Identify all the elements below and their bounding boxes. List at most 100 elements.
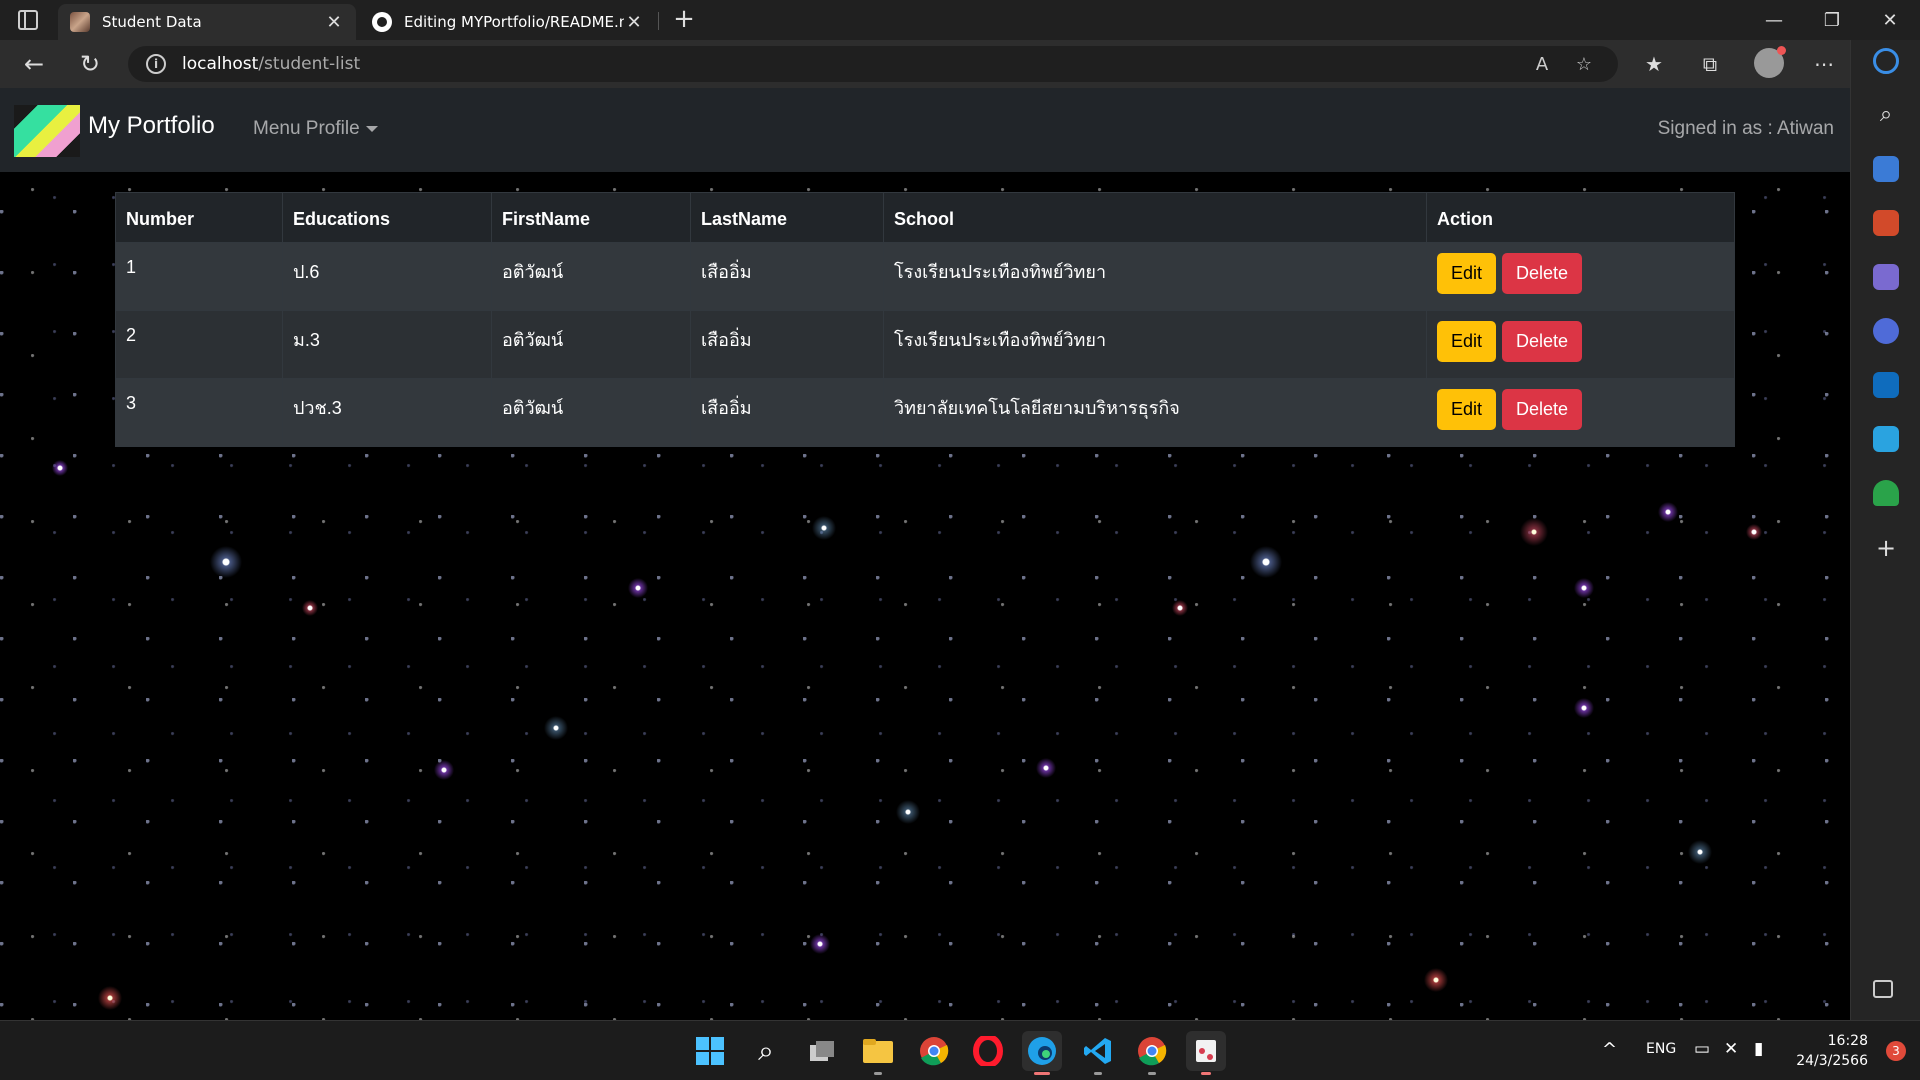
chrome-icon[interactable] (914, 1031, 954, 1071)
read-aloud-icon[interactable]: A (1528, 50, 1556, 78)
minimize-icon[interactable]: — (1746, 0, 1802, 40)
edit-button[interactable]: Edit (1437, 253, 1497, 294)
cell-action: Edit Delete (1426, 378, 1735, 447)
cell-firstname: อติวัฒน์ (491, 242, 691, 311)
cell-firstname: อติวัฒน์ (491, 310, 691, 379)
tab-title: Editing MYPortfolio/README.md (404, 13, 624, 31)
back-icon[interactable]: ← (18, 48, 50, 80)
language-indicator[interactable]: ENG (1646, 1041, 1676, 1057)
refresh-icon[interactable]: ↻ (74, 48, 106, 80)
shopping-icon[interactable] (1873, 156, 1899, 182)
volume-muted-icon[interactable]: ✕ (1724, 1039, 1738, 1059)
caret-down-icon (365, 125, 378, 132)
browser-toolbar: ← ↻ i localhost/student-list A ☆ ★ ⧉ ⋯ (0, 40, 1920, 88)
student-table: Number Educations FirstName LastName Sch… (115, 192, 1735, 447)
edge-icon[interactable] (1022, 1031, 1062, 1075)
menu-profile-label: Menu Profile (253, 118, 360, 139)
close-tab-icon[interactable]: ✕ (324, 12, 344, 33)
edit-button[interactable]: Edit (1437, 321, 1497, 362)
cell-number: 1 (115, 242, 283, 311)
outlook-icon[interactable] (1873, 372, 1899, 398)
microsoft-365-icon[interactable] (1873, 318, 1899, 344)
start-icon[interactable] (690, 1031, 730, 1071)
delete-button[interactable]: Delete (1502, 253, 1583, 294)
cell-number: 2 (115, 310, 283, 379)
restore-icon[interactable]: ❐ (1804, 0, 1860, 40)
page-viewport: My Portfolio Menu Profile Signed in as :… (0, 88, 1850, 1020)
edge-sidebar: ⌕ + (1850, 40, 1920, 1020)
chrome-icon[interactable] (1132, 1031, 1172, 1075)
taskbar-clock[interactable]: 16:28 24/3/2566 (1796, 1031, 1868, 1071)
cell-education: ม.3 (282, 310, 492, 379)
brand-logo[interactable] (14, 105, 80, 157)
bing-icon[interactable] (1873, 48, 1899, 74)
network-icon[interactable]: ▭ (1694, 1039, 1710, 1059)
cell-education: ป.6 (282, 242, 492, 311)
add-favorite-icon[interactable]: ☆ (1570, 50, 1598, 78)
tab-favicon (70, 12, 90, 32)
table-row: 3 ปวช.3 อติวัฒน์ เสืออิ่ม วิทยาลัยเทคโนโ… (115, 378, 1735, 447)
new-tab-icon[interactable]: + (668, 4, 700, 34)
edit-button[interactable]: Edit (1437, 389, 1497, 430)
tree-icon[interactable] (1873, 480, 1899, 506)
site-info-icon[interactable]: i (146, 54, 166, 74)
vscode-icon[interactable] (1078, 1031, 1118, 1075)
table-row: 1 ป.6 อติวัฒน์ เสืออิ่ม โรงเรียนประเทือง… (115, 242, 1735, 311)
tab-student-data[interactable]: Student Data ✕ (58, 4, 356, 40)
running-indicator (1034, 1072, 1050, 1075)
more-icon[interactable]: ⋯ (1808, 48, 1840, 80)
running-indicator (874, 1072, 882, 1075)
menu-profile-dropdown[interactable]: Menu Profile (253, 118, 378, 140)
column-header: Number (115, 192, 283, 243)
profile-avatar[interactable] (1754, 46, 1786, 78)
cell-education: ปวช.3 (282, 378, 492, 447)
running-indicator (1094, 1072, 1102, 1075)
address-bar[interactable]: i localhost/student-list A ☆ (128, 46, 1618, 82)
windows-taskbar: ⌕ ^ ENG ▭ ✕ ▮ 16:28 24/3/2566 3 (0, 1020, 1920, 1080)
tab-github-readme[interactable]: Editing MYPortfolio/README.md ✕ (360, 4, 656, 40)
column-header: Educations (282, 192, 492, 243)
cell-lastname: เสืออิ่ม (690, 242, 884, 311)
telegram-icon[interactable] (1873, 426, 1899, 452)
cell-school: โรงเรียนประเทืองทิพย์วิทยา (883, 310, 1427, 379)
cell-action: Edit Delete (1426, 242, 1735, 311)
brand-name[interactable]: My Portfolio (88, 112, 215, 140)
table-header-row: Number Educations FirstName LastName Sch… (115, 192, 1735, 243)
column-header: Action (1426, 192, 1735, 243)
task-view-icon[interactable] (802, 1031, 842, 1071)
games-icon[interactable] (1873, 264, 1899, 290)
search-icon[interactable]: ⌕ (746, 1031, 786, 1071)
cell-school: วิทยาลัยเทคโนโลยีสยามบริหารธุรกิจ (883, 378, 1427, 447)
tab-actions-icon[interactable] (18, 10, 38, 30)
cell-lastname: เสืออิ่ม (690, 310, 884, 379)
opera-icon[interactable] (968, 1031, 1008, 1071)
column-header: FirstName (491, 192, 691, 243)
collections-icon[interactable]: ⧉ (1694, 48, 1726, 80)
clock-date: 24/3/2566 (1796, 1053, 1868, 1069)
tools-icon[interactable] (1873, 210, 1899, 236)
close-tab-icon[interactable]: ✕ (624, 12, 644, 33)
hide-sidebar-icon[interactable] (1873, 980, 1893, 998)
table-row: 2 ม.3 อติวัฒน์ เสืออิ่ม โรงเรียนประเทือง… (115, 310, 1735, 379)
clock-time: 16:28 (1827, 1033, 1868, 1049)
cell-school: โรงเรียนประเทืองทิพย์วิทยา (883, 242, 1427, 311)
cell-firstname: อติวัฒน์ (491, 378, 691, 447)
signed-in-text: Signed in as : Atiwan (1657, 118, 1834, 139)
snipping-tool-icon[interactable] (1186, 1031, 1226, 1075)
cell-action: Edit Delete (1426, 310, 1735, 379)
notification-badge[interactable]: 3 (1886, 1041, 1906, 1061)
search-icon[interactable]: ⌕ (1873, 102, 1899, 128)
delete-button[interactable]: Delete (1502, 321, 1583, 362)
close-window-icon[interactable]: ✕ (1862, 0, 1918, 40)
cell-lastname: เสืออิ่ม (690, 378, 884, 447)
tab-divider (658, 12, 659, 30)
delete-button[interactable]: Delete (1502, 389, 1583, 430)
favorites-icon[interactable]: ★ (1638, 48, 1670, 80)
file-explorer-icon[interactable] (858, 1031, 898, 1075)
running-indicator (1148, 1072, 1156, 1075)
chevron-up-icon[interactable]: ^ (1602, 1039, 1617, 1060)
add-icon[interactable]: + (1873, 534, 1899, 562)
battery-icon[interactable]: ▮ (1754, 1039, 1763, 1059)
github-icon (372, 12, 392, 32)
tab-title: Student Data (102, 13, 202, 31)
